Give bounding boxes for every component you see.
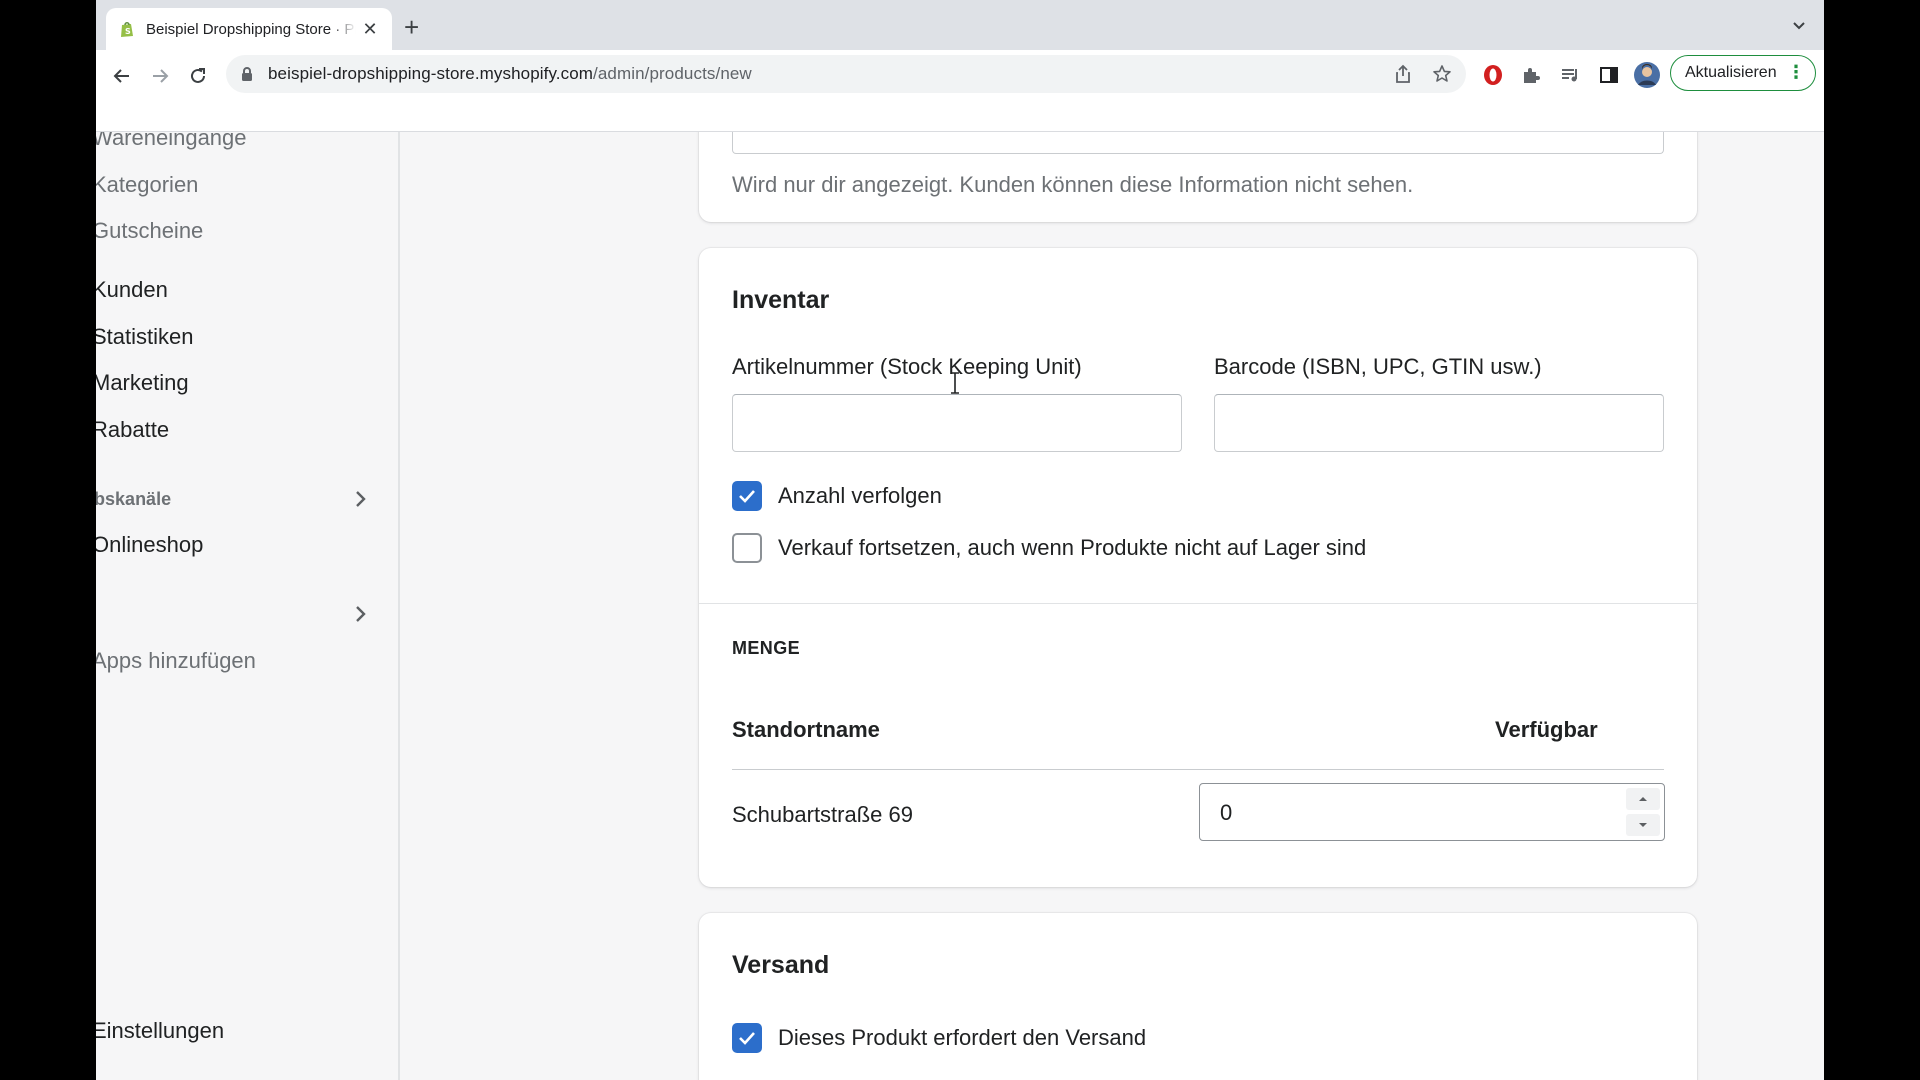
share-icon[interactable] [1394,64,1412,89]
address-bar[interactable]: beispiel-dropshipping-store.myshopify.co… [226,55,1466,93]
update-button[interactable]: Aktualisieren ⋮ [1670,55,1816,91]
sidebar-item-kunden[interactable]: Kunden [96,277,168,303]
sidebar-item-marketing[interactable]: Marketing [96,370,189,396]
star-icon[interactable] [1432,64,1452,89]
requires-shipping-checkbox[interactable] [732,1023,762,1053]
url-path: /admin/products/new [593,64,752,83]
quantity-heading: MENGE [732,638,801,658]
sidebar-item-wareneingaenge[interactable]: Wareneingänge [96,132,247,151]
avatar[interactable] [1634,62,1660,88]
update-label: Aktualisieren [1685,64,1777,81]
table-divider [732,769,1664,770]
barcode-label: Barcode (ISBN, UPC, GTIN usw.) [1214,354,1542,379]
note-card: Wird nur dir angezeigt. Kunden können di… [699,132,1697,222]
sidebar-item-rabatte[interactable]: Rabatte [96,417,169,443]
sidebar-item-onlineshop[interactable]: Onlineshop [96,532,203,558]
sidebar-item-gutscheine[interactable]: Gutscheine [96,218,203,244]
shopify-favicon: S [118,20,136,38]
url-text: beispiel-dropshipping-store.myshopify.co… [268,64,752,84]
note-input[interactable] [732,132,1664,154]
lock-icon[interactable] [240,66,254,82]
plus-icon[interactable]: + [404,14,419,40]
requires-shipping-row[interactable]: Dieses Produkt erfordert den Versand [732,1023,1146,1053]
sku-label: Artikelnummer (Stock Keeping Unit) [732,354,1082,379]
barcode-input[interactable] [1214,394,1664,452]
close-icon[interactable]: ✕ [360,19,380,40]
caret-down-icon [1639,823,1647,827]
svg-text:S: S [125,27,131,36]
browser-tab[interactable]: S Beispiel Dropshipping Store · Produkt … [106,8,392,50]
tab-title: Beispiel Dropshipping Store · Produkt hi… [146,20,356,38]
side-panel-icon[interactable] [1596,62,1622,88]
available-quantity-value: 0 [1220,800,1233,825]
back-icon[interactable] [108,62,136,90]
browser-toolbar: beispiel-dropshipping-store.myshopify.co… [96,50,1824,132]
checkmark-icon [739,490,755,503]
section-divider [699,603,1697,604]
available-quantity-input[interactable]: 0 [1199,783,1665,841]
continue-selling-label: Verkauf fortsetzen, auch wenn Produkte n… [778,535,1367,560]
note-help-text: Wird nur dir angezeigt. Kunden können di… [732,172,1414,197]
decrement-button[interactable] [1626,814,1660,836]
tab-strip: S Beispiel Dropshipping Store · Produkt … [96,0,1824,50]
reload-icon[interactable] [184,62,212,90]
track-quantity-row[interactable]: Anzahl verfolgen [732,481,942,511]
sidebar-item-apps-add[interactable]: Apps hinzufügen [96,648,256,674]
chevron-right-icon[interactable] [354,489,368,509]
chevron-right-icon[interactable] [354,604,368,624]
opera-icon[interactable] [1480,62,1506,88]
sidebar-item-einstellungen[interactable]: Einstellungen [96,1018,224,1044]
url-host: beispiel-dropshipping-store.myshopify.co… [268,64,594,83]
sku-input[interactable] [732,394,1182,452]
browser-window: S Beispiel Dropshipping Store · Produkt … [96,0,1824,1080]
column-available: Verfügbar [1495,717,1598,742]
sidebar-item-kategorien[interactable]: Kategorien [96,172,198,198]
sidebar-item-statistiken[interactable]: Statistiken [96,324,194,350]
increment-button[interactable] [1626,788,1660,810]
track-quantity-checkbox[interactable] [732,481,762,511]
admin-sidebar: Wareneingänge Kategorien Gutscheine Kund… [96,132,400,1080]
column-location-name: Standortname [732,717,880,742]
forward-icon[interactable] [146,62,174,90]
inventory-title: Inventar [732,286,830,314]
continue-selling-row[interactable]: Verkauf fortsetzen, auch wenn Produkte n… [732,533,1366,563]
sidebar-section-vertriebskanaele: Vertriebskanäle [96,489,172,509]
shipping-card: Versand Dieses Produkt erfordert den Ver… [699,913,1697,1080]
caret-up-icon [1639,797,1647,801]
track-quantity-label: Anzahl verfolgen [778,483,942,508]
chevron-down-icon[interactable] [1790,16,1808,34]
checkmark-icon [739,1032,755,1045]
continue-selling-checkbox[interactable] [732,533,762,563]
main-content: Wird nur dir angezeigt. Kunden können di… [402,132,1824,1080]
media-icon[interactable] [1557,62,1583,88]
shipping-title: Versand [732,951,830,979]
requires-shipping-label: Dieses Produkt erfordert den Versand [778,1025,1147,1050]
more-vert-icon[interactable]: ⋮ [1787,63,1805,81]
location-name: Schubartstraße 69 [732,802,913,827]
inventory-card: Inventar Artikelnummer (Stock Keeping Un… [699,248,1697,887]
extensions-icon[interactable] [1518,62,1544,88]
text-cursor-icon [951,372,959,394]
